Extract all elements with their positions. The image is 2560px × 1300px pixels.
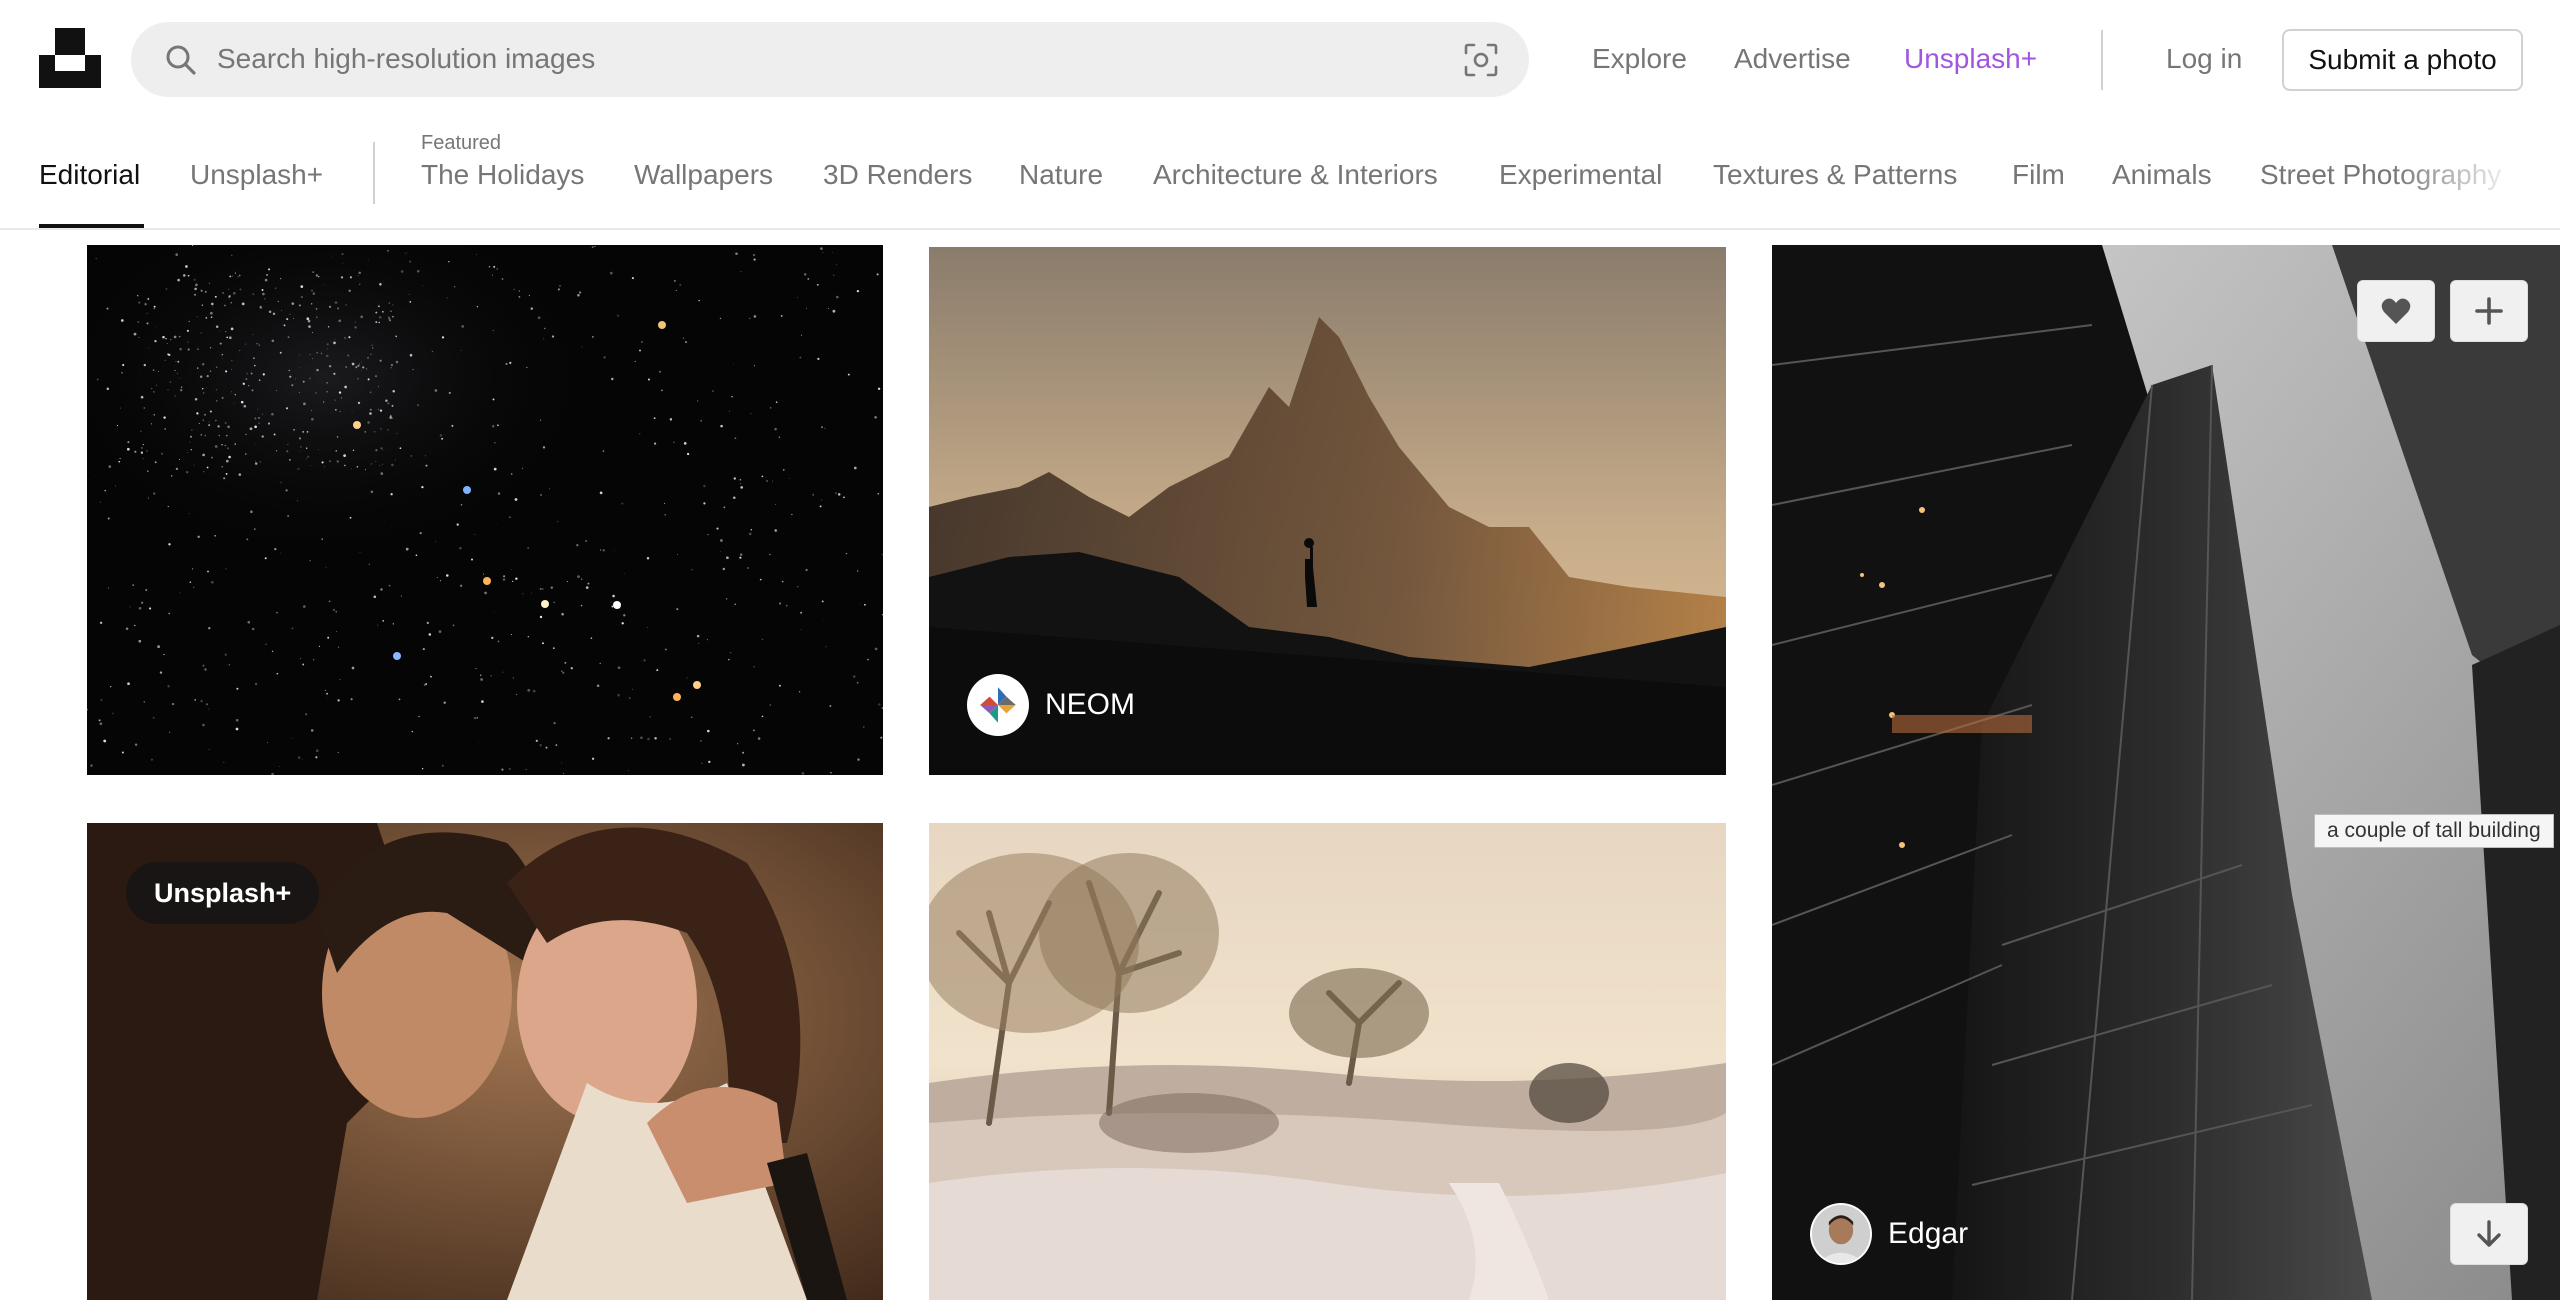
download-button[interactable] <box>2450 1203 2528 1265</box>
tab-architecture-interiors[interactable]: Architecture & Interiors <box>1153 158 1438 192</box>
add-to-collection-button[interactable] <box>2450 280 2528 342</box>
winter-landscape-image <box>929 823 1726 1300</box>
tab-street-photography[interactable]: Street Photography <box>2260 158 2501 192</box>
image-alt-tooltip: a couple of tall building <box>2314 814 2554 848</box>
tab-editorial[interactable]: Editorial <box>39 158 140 192</box>
active-tab-indicator <box>39 224 144 228</box>
download-arrow-icon <box>2477 1220 2501 1247</box>
photo-starfield[interactable] <box>87 245 883 775</box>
search-bar[interactable] <box>131 22 1529 97</box>
tab-nature[interactable]: Nature <box>1019 158 1103 192</box>
author-name: NEOM <box>1045 688 1135 721</box>
author-name: Edgar <box>1888 1217 1969 1250</box>
heart-icon <box>2381 298 2411 324</box>
nav-advertise[interactable]: Advertise <box>1734 42 1851 76</box>
submit-photo-button[interactable]: Submit a photo <box>2282 29 2523 91</box>
like-button[interactable] <box>2357 280 2435 342</box>
header-divider <box>2101 30 2103 90</box>
photo-winter-landscape[interactable] <box>929 823 1726 1300</box>
edgar-avatar <box>1810 1203 1872 1265</box>
tab-textures-patterns[interactable]: Textures & Patterns <box>1713 158 1957 192</box>
tab-the-holidays[interactable]: The Holidays <box>421 158 584 192</box>
category-nav: Editorial Unsplash+ Featured The Holiday… <box>0 118 2560 230</box>
author-neom[interactable]: NEOM <box>967 674 1135 736</box>
neom-avatar <box>967 674 1029 736</box>
unsplash-logo[interactable] <box>39 28 101 88</box>
tab-wallpapers[interactable]: Wallpapers <box>634 158 773 192</box>
starfield-image <box>87 245 883 775</box>
top-header: Explore Advertise Unsplash+ Log in Submi… <box>0 0 2560 118</box>
nav-login[interactable]: Log in <box>2166 42 2242 76</box>
unsplash-plus-badge: Unsplash+ <box>126 862 320 924</box>
nav-explore[interactable]: Explore <box>1592 42 1687 76</box>
tab-3d-renders[interactable]: 3D Renders <box>823 158 972 192</box>
visual-search-icon[interactable] <box>1463 42 1499 78</box>
skyscraper-image <box>1772 245 2560 1300</box>
category-divider <box>373 142 375 204</box>
tab-unsplash-plus[interactable]: Unsplash+ <box>190 158 323 192</box>
photo-mountain[interactable]: NEOM <box>929 247 1726 775</box>
search-icon <box>166 45 196 75</box>
photo-skyscraper[interactable]: Edgar <box>1772 245 2560 1300</box>
tab-animals[interactable]: Animals <box>2112 158 2212 192</box>
author-edgar[interactable]: Edgar <box>1810 1203 1968 1265</box>
photo-couple[interactable]: Unsplash+ <box>87 823 883 1300</box>
tab-film[interactable]: Film <box>2012 158 2065 192</box>
nav-unsplash-plus[interactable]: Unsplash+ <box>1904 42 2037 76</box>
search-input[interactable] <box>217 36 1397 82</box>
tab-experimental[interactable]: Experimental <box>1499 158 1662 192</box>
featured-label: Featured <box>421 132 502 154</box>
plus-icon <box>2475 297 2503 325</box>
